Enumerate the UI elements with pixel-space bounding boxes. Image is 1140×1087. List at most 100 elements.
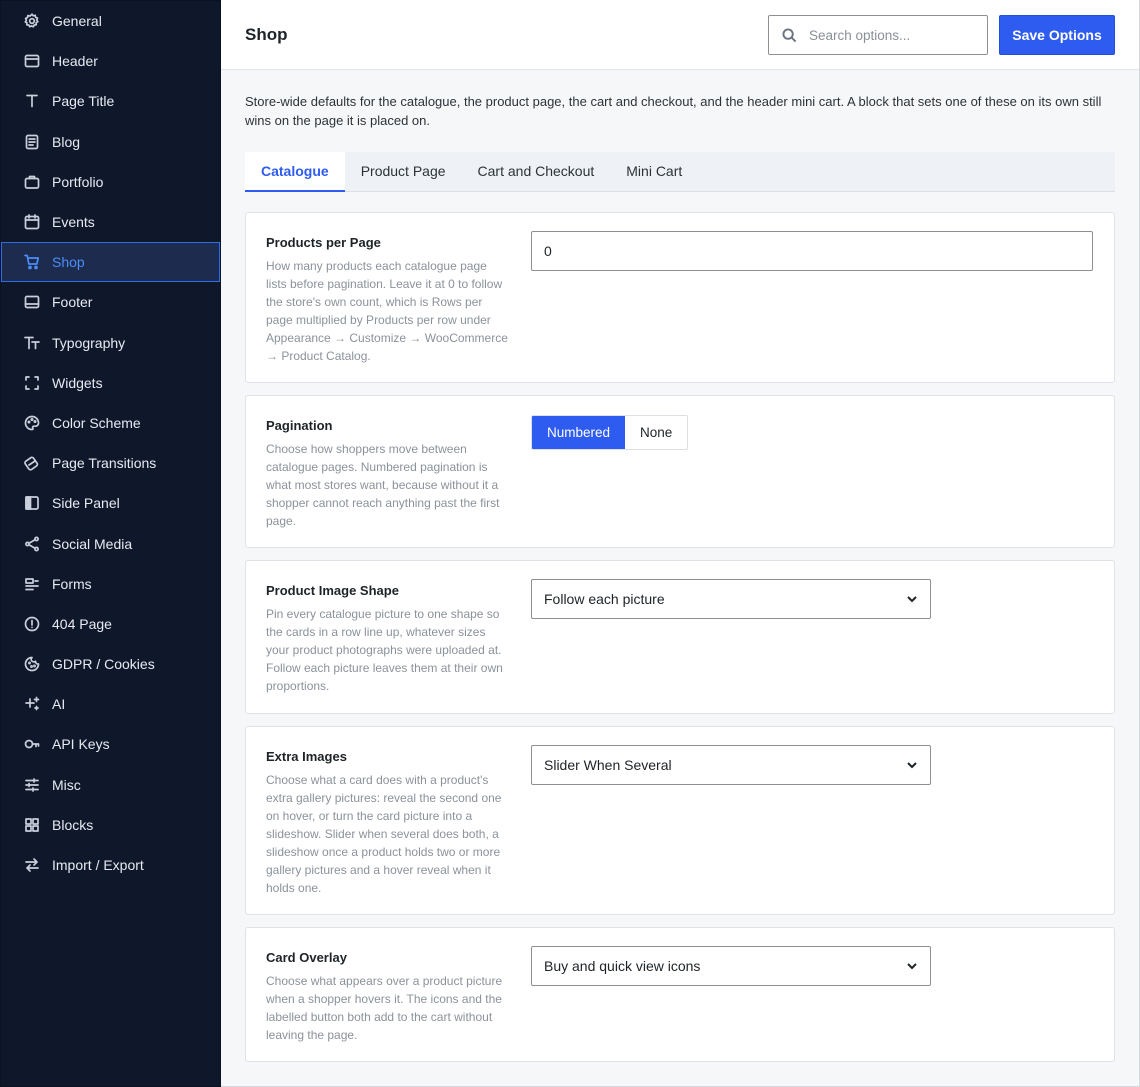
setting-extra-images: Extra Images Choose what a card does wit… <box>245 726 1115 915</box>
card-overlay-select[interactable]: Buy and quick view icons <box>531 946 931 986</box>
tab-mini-cart[interactable]: Mini Cart <box>610 152 698 192</box>
setting-product-image-shape: Product Image Shape Pin every catalogue … <box>245 560 1115 714</box>
setting-description: Choose what a card does with a product's… <box>266 773 502 895</box>
text-t-icon <box>24 93 40 109</box>
sliders-icon <box>24 777 40 793</box>
select-value: Buy and quick view icons <box>544 958 701 974</box>
pagination-option-none[interactable]: None <box>625 416 688 449</box>
sidebar-item-label: Blocks <box>52 816 94 833</box>
document-icon <box>24 134 40 150</box>
sidebar-item-label: Color Scheme <box>52 414 141 431</box>
setting-label: Pagination <box>266 418 333 433</box>
typography-icon <box>24 335 40 351</box>
sidebar-item-forms[interactable]: Forms <box>1 564 220 604</box>
setting-label: Extra Images <box>266 749 347 764</box>
sidebar-item-label: GDPR / Cookies <box>52 656 155 673</box>
main-panel: Shop Save Options Store-wide defaults fo… <box>221 0 1140 1087</box>
sidebar-item-label: Blog <box>52 133 81 150</box>
sidebar-item-label: General <box>52 13 102 30</box>
sidebar-item-events[interactable]: Events <box>1 202 220 242</box>
sidebar-item-404-page[interactable]: 404 Page <box>1 604 220 644</box>
select-value: Slider When Several <box>544 757 672 773</box>
extra-images-select[interactable]: Slider When Several <box>531 745 931 785</box>
sidebar-item-api-keys[interactable]: API Keys <box>1 724 220 764</box>
sidebar-item-typography[interactable]: Typography <box>1 323 220 363</box>
header-icon <box>24 53 40 69</box>
setting-card-overlay: Card Overlay Choose what appears over a … <box>245 927 1115 1062</box>
briefcase-icon <box>24 174 40 190</box>
pagination-option-numbered[interactable]: Numbered <box>532 416 626 449</box>
setting-label: Product Image Shape <box>266 583 399 598</box>
top-bar: Shop Save Options <box>221 0 1139 70</box>
sidebar-item-label: API Keys <box>52 736 110 753</box>
sidebar-item-label: Forms <box>52 575 92 592</box>
sidebar-item-label: Page Transitions <box>52 455 157 472</box>
sidebar-item-blog[interactable]: Blog <box>1 122 220 162</box>
arrows-icon <box>24 857 40 873</box>
sidebar-item-side-panel[interactable]: Side Panel <box>1 483 220 523</box>
sidebar-item-import-export[interactable]: Import / Export <box>1 845 220 885</box>
share-icon <box>24 536 40 552</box>
setting-description: Choose how shoppers move between catalog… <box>266 442 500 528</box>
sidebar-item-misc[interactable]: Misc <box>1 765 220 805</box>
setting-description: Pin every catalogue picture to one shape… <box>266 607 503 693</box>
sidebar-item-label: Header <box>52 53 98 70</box>
forms-icon <box>24 576 40 592</box>
sidebar-item-header[interactable]: Header <box>1 41 220 81</box>
setting-products-per-page: Products per Page How many products each… <box>245 212 1115 383</box>
chevron-down-icon <box>907 963 917 970</box>
cookie-icon <box>24 656 40 672</box>
products-per-page-input[interactable] <box>531 231 1093 271</box>
sidebar-item-widgets[interactable]: Widgets <box>1 363 220 403</box>
product-image-shape-select[interactable]: Follow each picture <box>531 579 931 619</box>
setting-description: How many products each catalogue page li… <box>266 259 508 363</box>
sidebar: General Header Page Title Blog Portfolio… <box>0 0 221 1087</box>
sidebar-item-shop[interactable]: Shop <box>1 242 220 283</box>
key-icon <box>24 736 40 752</box>
tab-cart-and-checkout[interactable]: Cart and Checkout <box>462 152 611 192</box>
page-title: Shop <box>245 25 288 44</box>
setting-pagination: Pagination Choose how shoppers move betw… <box>245 395 1115 548</box>
calendar-icon <box>24 214 40 230</box>
tab-bar: Catalogue Product Page Cart and Checkout… <box>245 152 1115 192</box>
sparkle-icon <box>24 696 40 712</box>
sidebar-item-label: Shop <box>52 254 85 271</box>
sidebar-item-gdpr-cookies[interactable]: GDPR / Cookies <box>1 644 220 684</box>
tab-catalogue[interactable]: Catalogue <box>245 152 345 192</box>
chevron-down-icon <box>907 762 917 769</box>
sidebar-item-footer[interactable]: Footer <box>1 282 220 322</box>
sidebar-item-ai[interactable]: AI <box>1 684 220 724</box>
sidebar-item-page-title[interactable]: Page Title <box>1 81 220 121</box>
sidebar-item-general[interactable]: General <box>1 1 220 41</box>
setting-label: Products per Page <box>266 235 381 250</box>
sidebar-item-label: Events <box>52 214 95 231</box>
tab-product-page[interactable]: Product Page <box>345 152 462 192</box>
sidebar-item-label: 404 Page <box>52 615 112 632</box>
widgets-icon <box>24 375 40 391</box>
sidebar-item-label: Widgets <box>52 374 103 391</box>
sidebar-item-label: Portfolio <box>52 173 104 190</box>
setting-description: Choose what appears over a product pictu… <box>266 974 503 1042</box>
footer-icon <box>24 294 40 310</box>
sidebar-item-page-transitions[interactable]: Page Transitions <box>1 443 220 483</box>
sidebar-item-label: Side Panel <box>52 495 120 512</box>
blocks-icon <box>24 817 40 833</box>
sidebar-item-label: Misc <box>52 776 81 793</box>
sidebar-item-label: AI <box>52 696 66 713</box>
sidebar-item-blocks[interactable]: Blocks <box>1 805 220 845</box>
gear-icon <box>24 13 40 29</box>
intro-text: Store-wide defaults for the catalogue, t… <box>245 94 1102 128</box>
pagination-toggle: Numbered None <box>531 415 689 450</box>
search-input[interactable] <box>809 27 969 43</box>
sidebar-item-social-media[interactable]: Social Media <box>1 523 220 563</box>
sidebar-item-label: Footer <box>52 294 93 311</box>
cart-icon <box>24 254 40 270</box>
select-value: Follow each picture <box>544 591 665 607</box>
save-options-button[interactable]: Save Options <box>999 15 1115 55</box>
sidebar-item-portfolio[interactable]: Portfolio <box>1 162 220 202</box>
chevron-down-icon <box>907 596 917 603</box>
search-box[interactable] <box>768 15 988 55</box>
sidebar-item-label: Social Media <box>52 535 133 552</box>
alert-icon <box>24 616 40 632</box>
sidebar-item-color-scheme[interactable]: Color Scheme <box>1 403 220 443</box>
